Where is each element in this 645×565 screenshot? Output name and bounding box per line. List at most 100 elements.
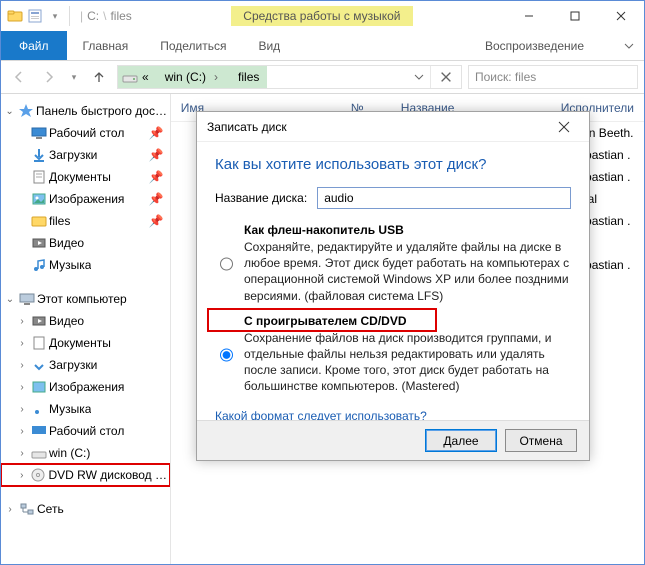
refresh-button[interactable] [430,66,461,88]
videos-icon [31,313,47,329]
properties-icon[interactable] [27,8,43,24]
tab-share[interactable]: Поделиться [144,31,242,60]
option-cddvd-title: С проигрывателем CD/DVD [244,314,571,328]
collapse-icon[interactable]: ⌄ [3,104,16,118]
addr-dropdown-button[interactable] [408,66,430,88]
nav-back-button[interactable] [7,65,31,89]
documents-icon [31,169,47,185]
expand-icon[interactable]: › [15,424,29,438]
radio-cddvd[interactable] [220,315,233,395]
pin-icon: 📌 [149,214,164,228]
music-icon [31,257,47,273]
tree-this-pc[interactable]: ⌄ Этот компьютер [1,288,170,310]
tree-pc-downloads[interactable]: ›Загрузки [1,354,170,376]
quick-access-toolbar: ▾ | C: \ files [1,1,138,31]
addr-root[interactable]: « [118,66,157,88]
cancel-button[interactable]: Отмена [505,429,577,452]
music-icon [31,401,47,417]
maximize-button[interactable] [552,1,598,31]
desktop-icon [31,125,47,141]
downloads-icon [31,357,47,373]
option-cddvd-desc: Сохранение файлов на диск производится г… [244,330,571,395]
tree-pc-documents[interactable]: ›Документы [1,332,170,354]
pin-icon: 📌 [149,170,164,184]
option-cddvd[interactable]: С проигрывателем CD/DVD Сохранение файло… [215,314,571,395]
desktop-icon [31,423,47,439]
tree-network[interactable]: ›Сеть [1,498,170,520]
expand-icon[interactable]: › [15,358,29,372]
ribbon-expand-icon[interactable] [614,31,644,60]
title-drive: C: [87,9,99,23]
expand-icon[interactable]: › [15,314,29,328]
tree-downloads[interactable]: Загрузки📌 [1,144,170,166]
expand-icon[interactable]: › [15,380,29,394]
pin-icon: 📌 [149,192,164,206]
nav-forward-button[interactable] [37,65,61,89]
tree-pc-music[interactable]: ›Музыка [1,398,170,420]
videos-icon [31,235,47,251]
title-path: | C: \ files [80,9,132,23]
option-usb-desc: Сохраняйте, редактируйте и удаляйте файл… [244,239,571,304]
search-input[interactable]: Поиск: files [468,65,638,89]
tree-pc-dvd[interactable]: ›DVD RW дисковод (E:) [1,464,170,486]
tree-videos[interactable]: Видео [1,232,170,254]
nav-history-button[interactable]: ▾ [67,65,81,89]
address-bar[interactable]: « win (C:) › files [117,65,462,89]
title-folder: files [110,9,131,23]
burn-disc-dialog: Записать диск Как вы хотите использовать… [196,111,590,461]
tree-pc-pictures[interactable]: ›Изображения [1,376,170,398]
tree-desktop[interactable]: Рабочий стол📌 [1,122,170,144]
addr-segment-drive[interactable]: win (C:) › [157,66,230,88]
tree-pc-videos[interactable]: ›Видео [1,310,170,332]
window-controls [506,1,644,31]
drive-icon [31,445,47,461]
dialog-buttons: Далее Отмена [197,420,589,460]
tab-file[interactable]: Файл [1,31,67,60]
expand-icon[interactable]: › [15,402,29,416]
pin-icon: 📌 [149,148,164,162]
collapse-icon[interactable]: ⌄ [3,292,17,306]
chevron-right-icon: › [210,70,222,84]
nav-up-button[interactable] [87,65,111,89]
next-button[interactable]: Далее [425,429,497,452]
disc-icon [30,467,46,483]
disc-label-caption: Название диска: [215,191,307,205]
tab-home[interactable]: Главная [67,31,145,60]
option-usb-title: Как флеш-накопитель USB [244,223,571,237]
expand-icon[interactable]: › [15,446,29,460]
dialog-close-button[interactable] [549,112,579,142]
radio-usb[interactable] [220,224,233,304]
pin-icon: 📌 [149,126,164,140]
downloads-icon [31,147,47,163]
tree-pictures[interactable]: Изображения📌 [1,188,170,210]
tab-playback[interactable]: Воспроизведение [455,31,614,60]
addr-segment-folder[interactable]: files [230,66,267,88]
option-usb[interactable]: Как флеш-накопитель USB Сохраняйте, реда… [215,223,571,304]
dialog-titlebar: Записать диск [197,112,589,142]
tree-music[interactable]: Музыка [1,254,170,276]
search-placeholder: Поиск: files [475,70,536,84]
chevron-down-icon[interactable]: ▾ [47,8,63,24]
tree-quick-access[interactable]: ⌄ Панель быстрого доступа [1,100,170,122]
tree-pc-desktop[interactable]: ›Рабочий стол [1,420,170,442]
pictures-icon [31,191,47,207]
expand-icon[interactable]: › [15,336,29,350]
navbar: ▾ « win (C:) › files [1,61,644,94]
tab-view[interactable]: Вид [242,31,296,60]
folder-icon [7,8,23,24]
minimize-button[interactable] [506,1,552,31]
dialog-title: Записать диск [207,120,287,134]
close-button[interactable] [598,1,644,31]
titlebar: ▾ | C: \ files Средства работы с музыкой [1,1,644,31]
tree-documents[interactable]: Документы📌 [1,166,170,188]
expand-icon[interactable]: › [3,502,17,516]
contextual-tab-header: Средства работы с музыкой [231,1,412,31]
tree-pc-drive[interactable]: ›win (C:) [1,442,170,464]
tree-files[interactable]: files📌 [1,210,170,232]
disc-label-input[interactable] [317,187,571,209]
pictures-icon [31,379,47,395]
documents-icon [31,335,47,351]
expand-icon[interactable]: › [15,468,28,482]
star-icon [18,103,34,119]
computer-icon [19,291,35,307]
